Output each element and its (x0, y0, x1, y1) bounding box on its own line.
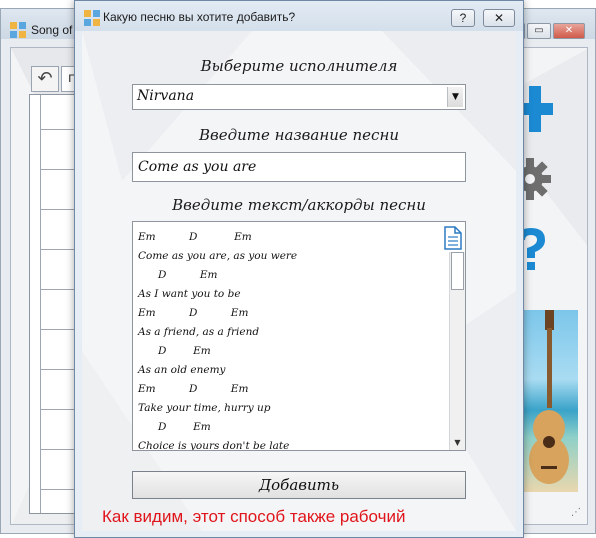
song-title-input[interactable] (132, 152, 466, 182)
add-button[interactable]: Добавить (132, 471, 466, 499)
add-song-dialog: Какую песню вы хотите добавить? ? ✕ Выбе… (74, 0, 524, 538)
lyrics-line: Take your time, hurry up (138, 402, 271, 414)
caption-text: Как видим, этот способ также рабочий (102, 507, 406, 526)
lyrics-line: As an old enemy (138, 364, 226, 376)
song-title-label: Введите название песни (198, 126, 399, 144)
dialog-title: Какую песню вы хотите добавить? (103, 10, 296, 24)
artist-label: Выберите исполнителя (200, 57, 398, 75)
scroll-down-arrow-icon[interactable]: ▼ (450, 436, 465, 450)
app-icon (10, 22, 26, 38)
dialog-titlebar: Какую песню вы хотите добавить? ? ✕ (75, 1, 523, 31)
lyrics-line: As a friend, as a friend (138, 326, 260, 338)
dialog-app-icon (84, 10, 100, 26)
main-window-title: Song of (31, 23, 73, 37)
lyrics-line: D Em (138, 421, 211, 433)
dialog-help-button[interactable]: ? (451, 9, 475, 27)
chevron-down-icon[interactable]: ▼ (447, 87, 463, 107)
artist-select[interactable]: Nirvana ▼ (132, 84, 466, 110)
lyrics-label: Введите текст/аккорды песни (172, 196, 426, 214)
dialog-close-button[interactable]: ✕ (483, 9, 515, 27)
resize-grip-icon[interactable]: ⋰ (571, 507, 581, 518)
lyrics-line: D Em (138, 345, 211, 357)
lyrics-line: Come as you are, as you were (138, 250, 298, 262)
main-close-button[interactable]: ✕ (553, 23, 585, 39)
lyrics-line: Choice is yours don't be late (138, 440, 290, 451)
lyrics-scrollbar[interactable]: ▼ (449, 252, 465, 450)
scrollbar-thumb[interactable] (451, 252, 464, 290)
lyrics-text: Em D Em Come as you are, as you were D E… (138, 228, 438, 451)
document-icon[interactable] (438, 224, 466, 252)
ukulele-image (519, 310, 578, 492)
ukulele-icon (529, 310, 569, 484)
artist-select-value: Nirvana (137, 88, 195, 104)
lyrics-line: Em D Em (138, 383, 249, 395)
lyrics-textarea[interactable]: Em D Em Come as you are, as you were D E… (132, 221, 466, 451)
maximize-button[interactable]: ▭ (527, 23, 551, 39)
dialog-content: Выберите исполнителя Nirvana ▼ Введите н… (82, 31, 516, 531)
lyrics-line: Em D Em (138, 307, 249, 319)
lyrics-line: Em D Em (138, 231, 252, 243)
lyrics-line: D Em (138, 269, 218, 281)
back-button[interactable]: ↶ (31, 66, 59, 92)
lyrics-line: As I want you to be (138, 288, 241, 300)
